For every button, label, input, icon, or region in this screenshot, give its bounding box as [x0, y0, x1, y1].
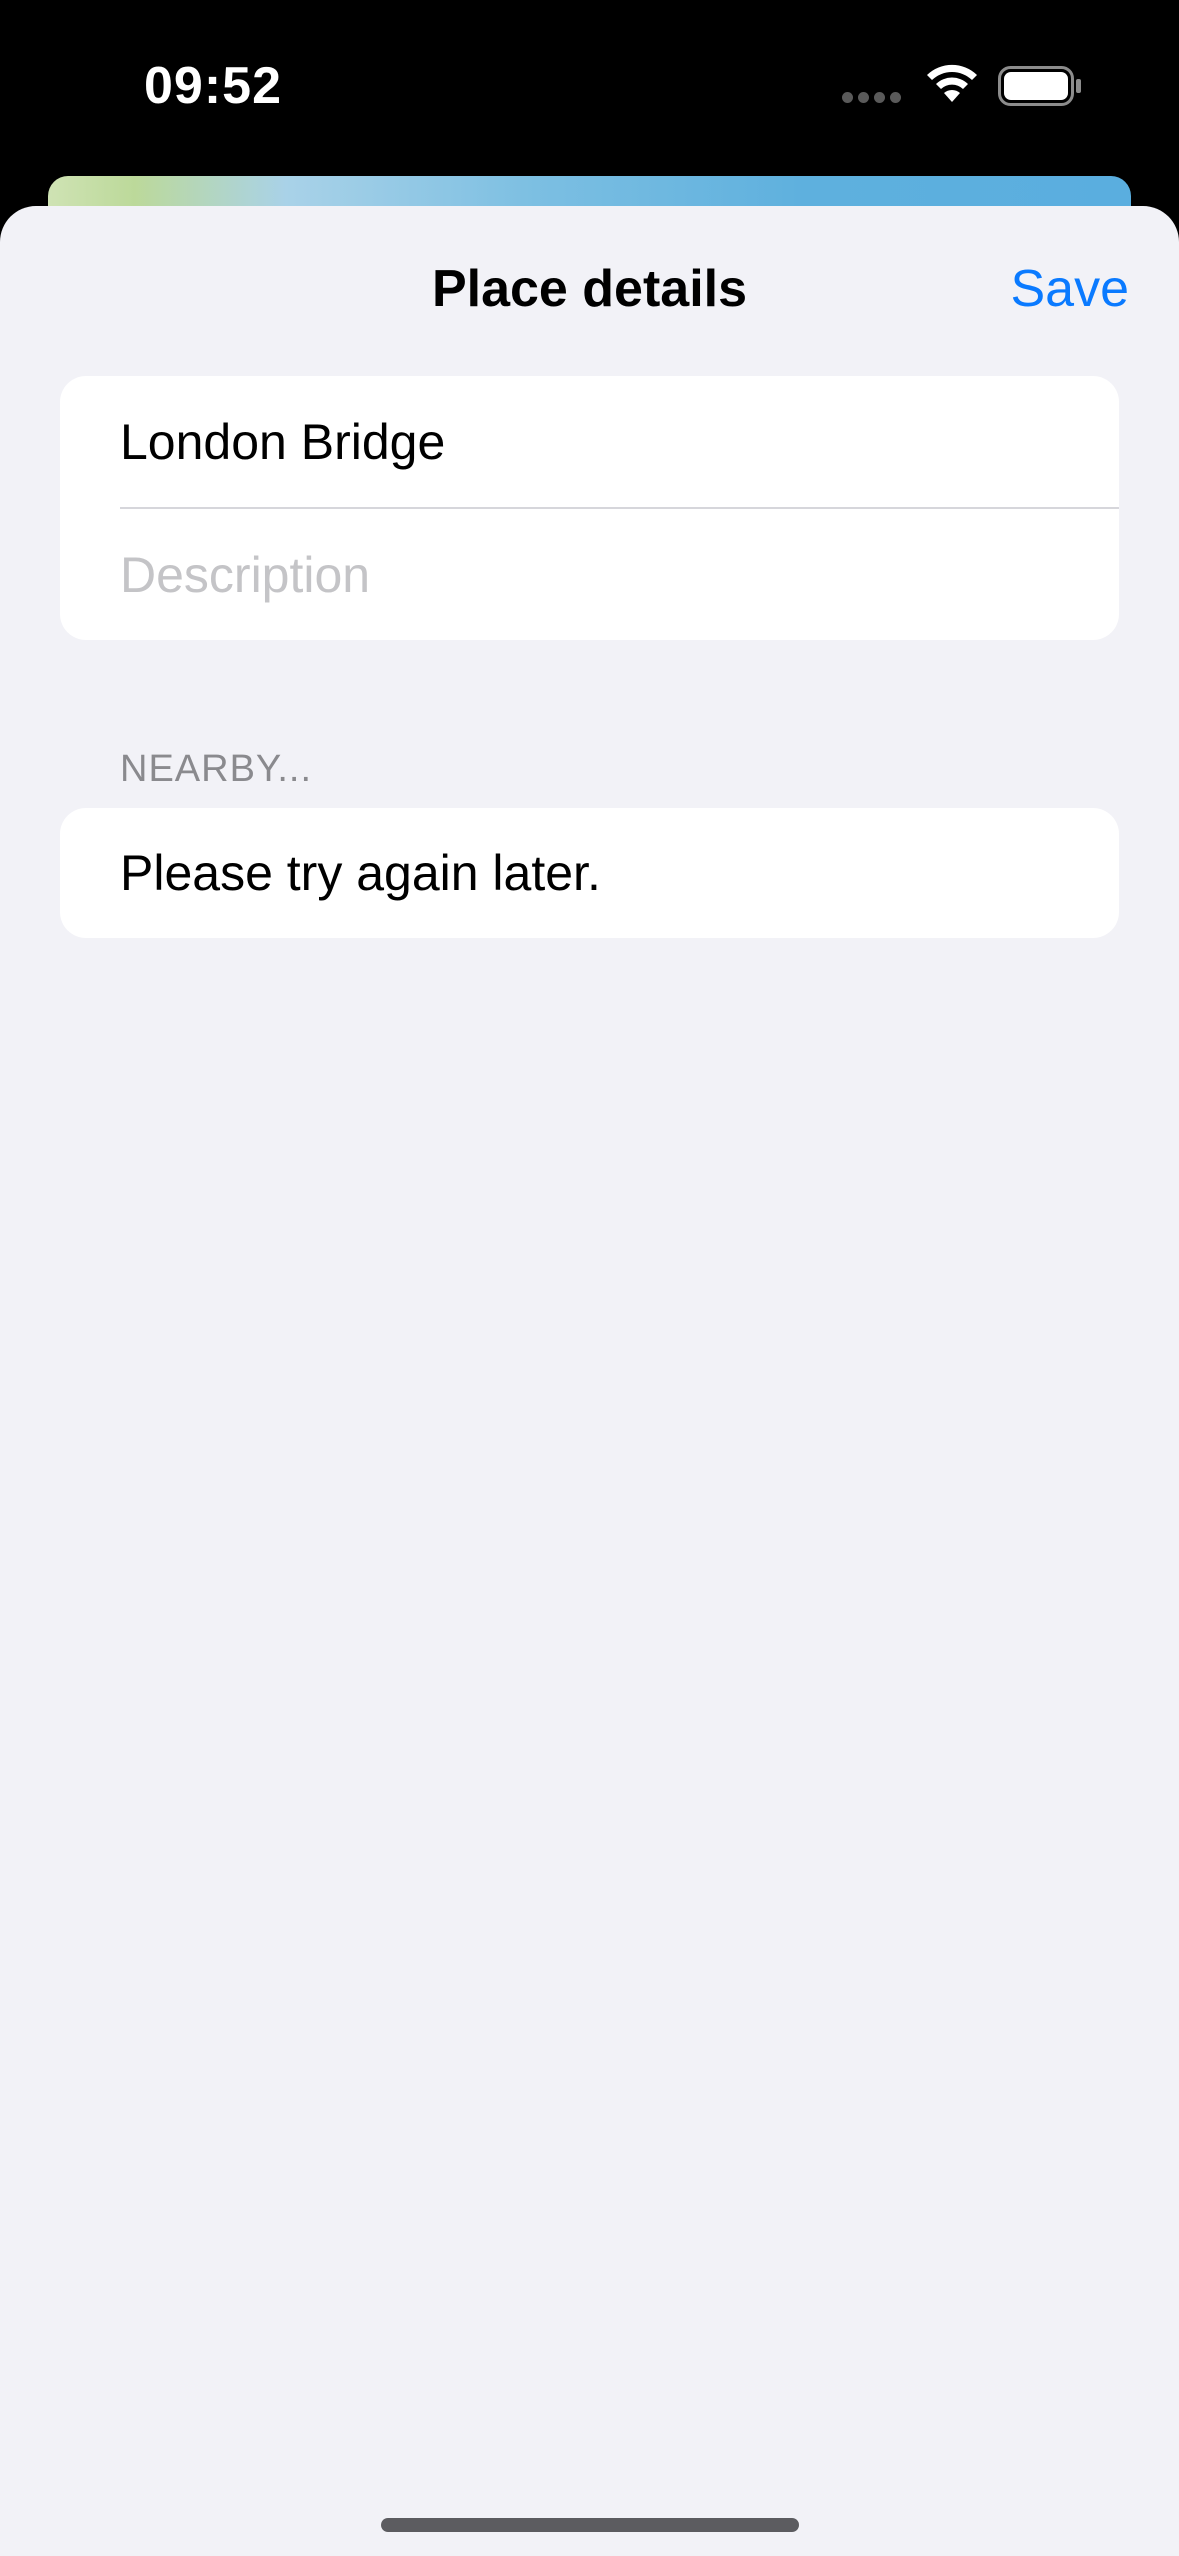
status-time: 09:52	[144, 57, 282, 115]
status-icons	[842, 62, 1082, 110]
cellular-signal-icon	[842, 92, 902, 104]
name-field[interactable]: London Bridge	[120, 413, 445, 471]
place-form-card: London Bridge	[60, 376, 1119, 640]
nearby-card: Please try again later.	[60, 808, 1119, 938]
nearby-message: Please try again later.	[120, 845, 601, 901]
save-button[interactable]: Save	[1010, 258, 1129, 320]
battery-icon	[998, 66, 1081, 106]
place-details-sheet: Place details Save London Bridge NEARBY.…	[0, 206, 1179, 2556]
sheet-title: Place details	[431, 260, 748, 318]
name-row[interactable]: London Bridge	[120, 376, 1119, 509]
wifi-icon	[927, 64, 977, 102]
status-bar: 09:52	[0, 0, 1179, 180]
home-indicator	[381, 2518, 799, 2532]
description-row[interactable]	[120, 509, 1119, 640]
nearby-section-header: NEARBY...	[120, 748, 313, 790]
description-field[interactable]	[120, 545, 1119, 604]
